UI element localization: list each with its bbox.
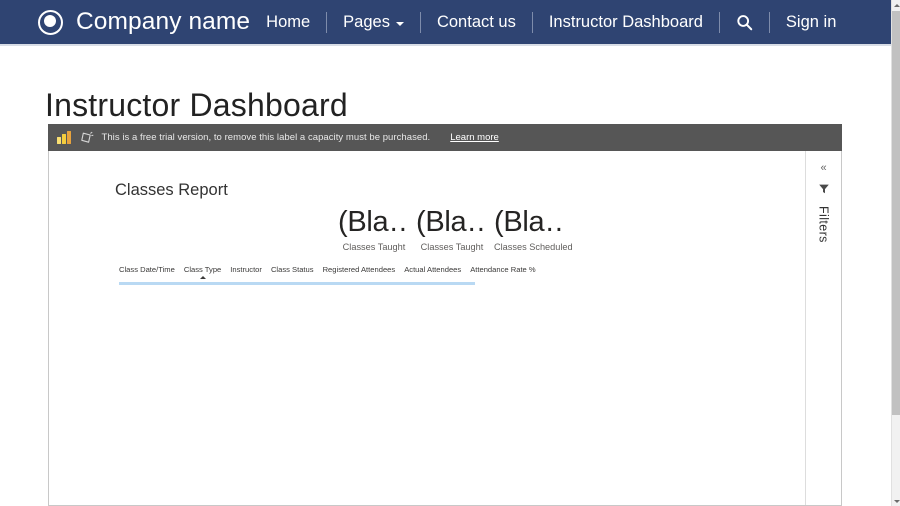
table-header-row: Class Date/Time Class Type Instructor Cl… [119, 265, 536, 279]
chevron-down-icon [395, 21, 404, 26]
column-header-instructor[interactable]: Instructor [230, 265, 262, 274]
scroll-up-arrow-icon[interactable] [892, 0, 900, 10]
scrollbar-thumb[interactable] [892, 11, 900, 415]
report-body: Classes Report (Bla… Classes Taught (Bla… [48, 151, 842, 506]
column-header-attendance-rate[interactable]: Attendance Rate % [470, 265, 535, 274]
search-icon [737, 14, 753, 30]
scroll-down-arrow-icon[interactable] [892, 496, 900, 506]
chevron-double-left-icon[interactable]: « [820, 163, 826, 174]
power-bi-logo-icon [57, 131, 71, 144]
kpi-value: (Bla… [416, 207, 488, 238]
kpi-label: Classes Scheduled [494, 242, 573, 253]
nav-item-instructor-dashboard[interactable]: Instructor Dashboard [533, 14, 719, 31]
column-header-class-type[interactable]: Class Type [184, 265, 221, 279]
kpi-label: Classes Taught [420, 242, 484, 253]
circle-target-logo-icon [38, 9, 63, 35]
classes-table-visual: Class Date/Time Class Type Instructor Cl… [119, 265, 536, 285]
report-canvas: Classes Report (Bla… Classes Taught (Bla… [49, 151, 805, 505]
sign-in-label: Sign in [785, 12, 837, 31]
filters-pane-label: Filters [816, 206, 831, 243]
column-header-registered-attendees[interactable]: Registered Attendees [323, 265, 396, 274]
nav-links: Home Pages Contact us Instructor Dashboa… [250, 8, 852, 36]
column-header-class-status[interactable]: Class Status [271, 265, 314, 274]
nav-item-home-label: Home [266, 12, 311, 31]
kpi-card-classes-scheduled[interactable]: (Bla… Classes Scheduled [491, 207, 573, 253]
nav-item-contact-us-label: Contact us [436, 12, 516, 31]
nav-item-contact-us[interactable]: Contact us [421, 14, 532, 31]
kpi-card-row: (Bla… Classes Taught (Bla… Classes Taugh… [335, 207, 573, 253]
diamond-trial-icon [80, 131, 93, 143]
brand-name-label: Company name [76, 8, 251, 35]
nav-item-instructor-dashboard-label: Instructor Dashboard [548, 12, 703, 31]
nav-item-pages-label: Pages [343, 12, 390, 31]
brand-home-link[interactable]: Company name [38, 8, 250, 36]
nav-item-sign-in[interactable]: Sign in [770, 14, 852, 31]
filters-pane-collapsed[interactable]: « Filters [805, 151, 841, 505]
kpi-value: (Bla… [338, 207, 410, 238]
free-trial-banner: This is a free trial version, to remove … [48, 124, 842, 151]
page-title: Instructor Dashboard [45, 87, 348, 124]
kpi-value: (Bla… [494, 207, 566, 238]
search-button[interactable] [720, 14, 769, 31]
top-navigation-bar: Company name Home Pages Contact us Instr… [0, 0, 891, 46]
nav-item-pages[interactable]: Pages [327, 14, 420, 31]
column-header-actual-attendees[interactable]: Actual Attendees [404, 265, 461, 274]
filter-funnel-icon[interactable] [818, 183, 830, 195]
kpi-card-classes-taught-1[interactable]: (Bla… Classes Taught [335, 207, 413, 252]
trial-message: This is a free trial version, to remove … [101, 132, 431, 143]
kpi-label: Classes Taught [342, 242, 406, 253]
page-scrollbar[interactable] [891, 0, 900, 506]
embedded-report: This is a free trial version, to remove … [48, 124, 842, 506]
kpi-card-classes-taught-2[interactable]: (Bla… Classes Taught [413, 207, 491, 252]
nav-item-home[interactable]: Home [250, 14, 326, 31]
column-header-class-date-time[interactable]: Class Date/Time [119, 265, 175, 274]
learn-more-link[interactable]: Learn more [450, 132, 499, 143]
app-page: Company name Home Pages Contact us Instr… [0, 0, 900, 506]
table-header-underline [119, 282, 475, 285]
report-title: Classes Report [115, 181, 228, 199]
